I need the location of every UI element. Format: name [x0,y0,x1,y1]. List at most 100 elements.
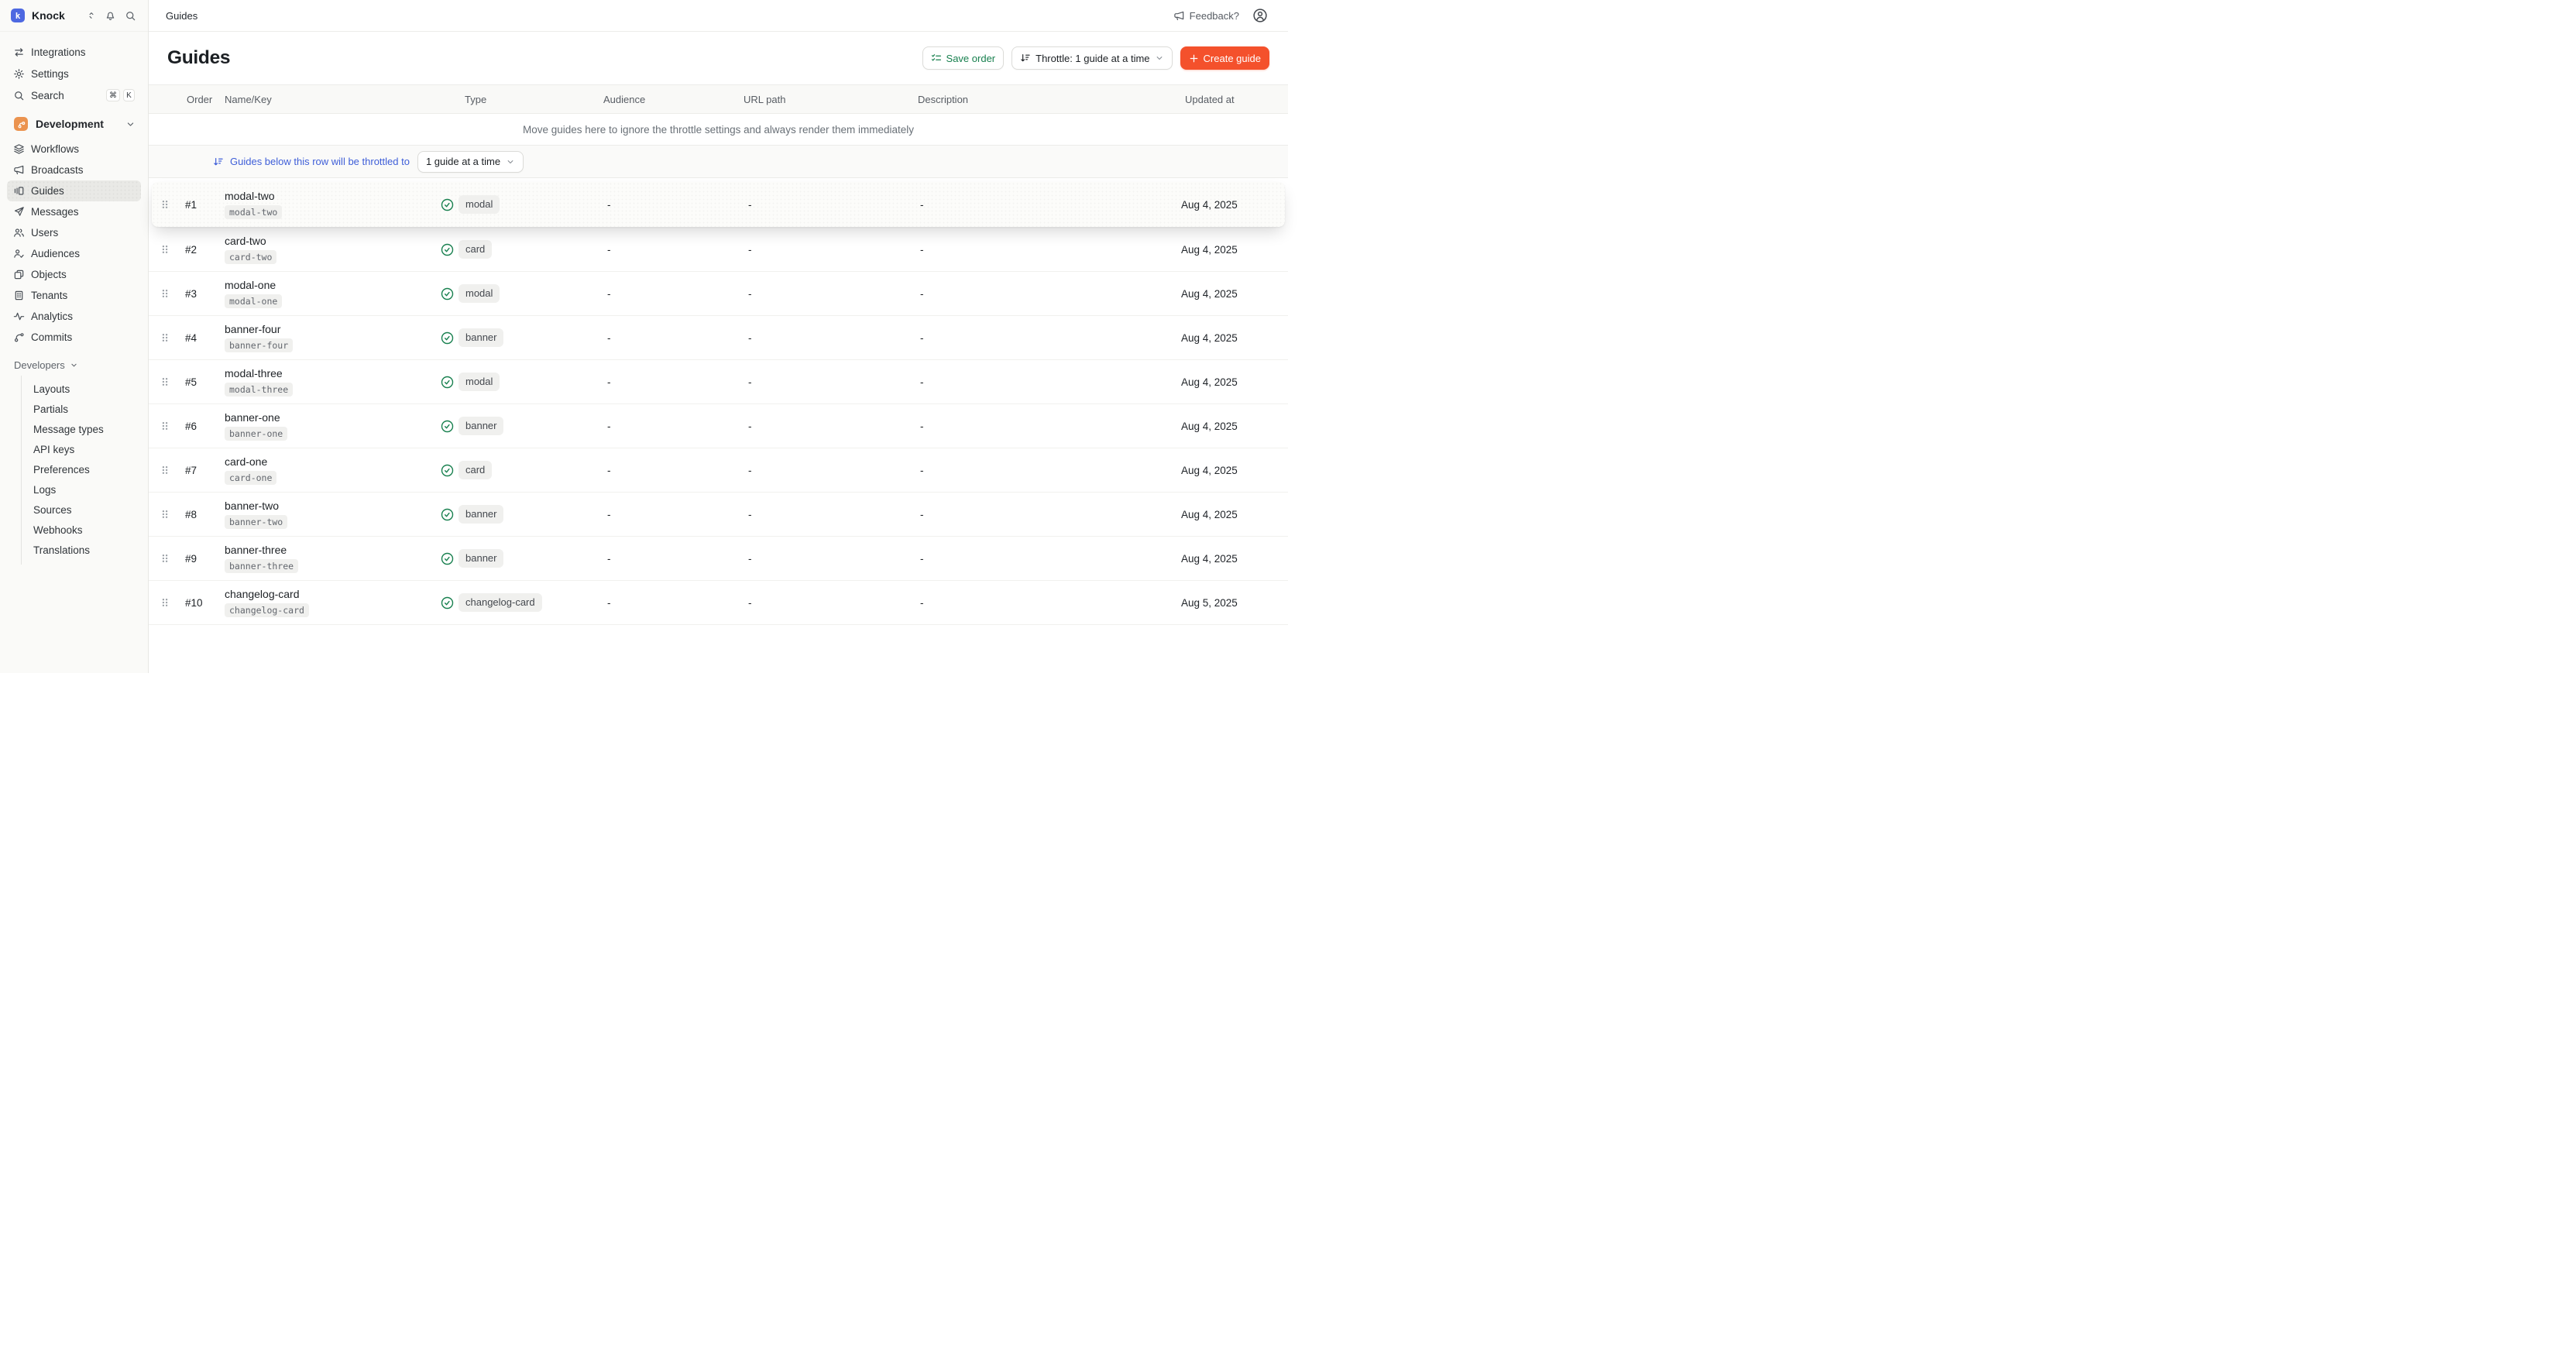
table-row[interactable]: #8 banner-two banner-two banner - - [149,493,1288,537]
sidebar-subitem[interactable]: API keys [22,439,148,459]
environment-switcher[interactable]: Development [0,112,148,136]
dropzone-text: Move guides here to ignore the throttle … [523,124,914,136]
guide-order: #10 [181,597,222,609]
throttle-value-dropdown[interactable]: 1 guide at a time [417,151,524,173]
chevron-down-icon [125,119,136,129]
sidebar-subitem[interactable]: Message types [22,419,148,439]
table-row[interactable]: #5 modal-three modal-three modal - - [149,360,1288,404]
guide-name: banner-one [225,411,435,424]
notifications-bell-icon[interactable] [105,10,116,22]
sidebar-item-integrations[interactable]: Integrations [0,41,148,63]
check-circle-icon [441,243,454,256]
guide-name-key[interactable]: modal-three modal-three [222,367,435,397]
throttle-note-link[interactable]: Guides below this row will be throttled … [230,156,410,167]
sidebar-subitem[interactable]: Partials [22,399,148,419]
drag-handle[interactable] [161,464,181,476]
chevron-down-icon [70,361,78,369]
guide-order: #1 [181,199,222,211]
sidebar-item[interactable]: Objects [0,264,148,285]
sidebar-item[interactable]: Commits [0,327,148,348]
table-row[interactable]: #7 card-one card-one card - - [149,448,1288,493]
drag-handle[interactable] [161,376,181,388]
sidebar-item-label: Tenants [31,290,67,301]
drag-handle[interactable] [161,287,181,300]
drag-handle[interactable] [161,552,181,565]
drag-handle[interactable] [161,420,181,432]
drag-handle[interactable] [161,331,181,344]
sidebar-subitem[interactable]: Webhooks [22,520,148,540]
sidebar-section-developers[interactable]: Developers [0,354,148,376]
feedback-button[interactable]: Feedback? [1173,10,1239,22]
guide-name-key[interactable]: banner-four banner-four [222,323,435,352]
sidebar-item[interactable]: Tenants [0,285,148,306]
guide-order: #6 [181,421,222,432]
throttle-dropdown-button[interactable]: Throttle: 1 guide at a time [1012,46,1172,70]
guide-type-badge: banner [459,417,503,435]
sidebar-item-label: Objects [31,269,67,280]
sidebar-subitem[interactable]: Translations [22,540,148,560]
guide-url-path: - [741,553,918,565]
guide-name: modal-three [225,367,435,379]
guide-audience: - [602,199,741,211]
guide-name-key[interactable]: banner-three banner-three [222,544,435,573]
save-order-button[interactable]: Save order [922,46,1005,70]
table-row[interactable]: #6 banner-one banner-one banner - - [149,404,1288,448]
guide-name-key[interactable]: banner-one banner-one [222,411,435,441]
drag-handle[interactable] [161,198,181,211]
unfold-switcher-icon[interactable] [87,10,96,21]
guide-status [435,596,459,609]
guide-name-key[interactable]: card-one card-one [222,455,435,485]
sidebar-item-label: Integrations [31,46,86,58]
search-icon[interactable] [125,10,136,22]
sidebar-item-label: Messages [31,206,79,218]
guide-status [435,420,459,433]
guide-url-path: - [741,376,918,388]
table-row[interactable]: #1 modal-two modal-two modal - - [152,182,1285,227]
sidebar-item[interactable]: Messages [0,201,148,222]
drag-dots-icon [161,376,169,388]
guide-name-key[interactable]: card-two card-two [222,235,435,264]
guide-name-key[interactable]: modal-one modal-one [222,279,435,308]
drag-handle[interactable] [161,243,181,256]
create-guide-button[interactable]: Create guide [1180,46,1269,70]
sidebar-item[interactable]: Audiences [0,243,148,264]
guide-name-key[interactable]: modal-two modal-two [222,190,435,219]
guide-description: - [918,332,1181,344]
sidebar-item[interactable]: Broadcasts [0,160,148,180]
save-order-label: Save order [946,53,996,64]
workspace-switcher[interactable]: k Knock [0,0,148,32]
sidebar-item-settings[interactable]: Settings [0,63,148,84]
sidebar-subitem[interactable]: Layouts [22,379,148,399]
sidebar-item-label: Guides [31,185,64,197]
sidebar-item-label: Search [31,90,64,101]
users-icon [13,227,25,239]
check-circle-icon [441,552,454,565]
guide-name: changelog-card [225,588,435,600]
table-row[interactable]: #3 modal-one modal-one modal - - [149,272,1288,316]
guide-name-key[interactable]: banner-two banner-two [222,500,435,529]
sidebar-subitem-label: Webhooks [33,524,83,536]
table-row[interactable]: #4 banner-four banner-four banner - - [149,316,1288,360]
sidebar-item[interactable]: Users [0,222,148,243]
guide-type-badge: banner [459,505,503,524]
table-row[interactable]: #9 banner-three banner-three banner - - [149,537,1288,581]
account-menu-button[interactable] [1252,8,1268,23]
cmd-key: ⌘ [106,89,120,101]
sidebar-subitem[interactable]: Sources [22,500,148,520]
sidebar-subitem-label: Partials [33,403,68,415]
sidebar-item[interactable]: Guides [7,180,141,201]
table-body: #1 modal-two modal-two modal - - [149,182,1288,625]
sidebar-item-search[interactable]: Search ⌘ K [0,84,148,106]
sort-descending-icon [213,156,224,167]
table-row[interactable]: #2 card-two card-two card - - [149,228,1288,272]
drag-handle[interactable] [161,596,181,609]
check-circle-icon [441,376,454,389]
sidebar-subitem[interactable]: Logs [22,479,148,500]
table-row[interactable]: #10 changelog-card changelog-card change… [149,581,1288,625]
sidebar-subitem[interactable]: Preferences [22,459,148,479]
drag-handle[interactable] [161,508,181,520]
ignore-throttle-dropzone[interactable]: Move guides here to ignore the throttle … [149,114,1288,146]
sidebar-item[interactable]: Workflows [0,139,148,160]
sidebar-item[interactable]: Analytics [0,306,148,327]
guide-name-key[interactable]: changelog-card changelog-card [222,588,435,617]
